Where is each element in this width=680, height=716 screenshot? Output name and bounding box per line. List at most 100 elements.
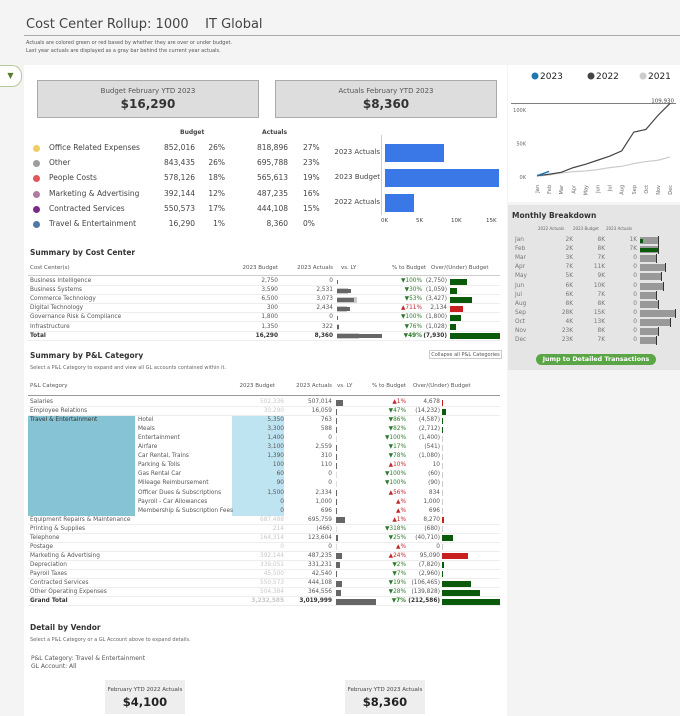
gl-account-row[interactable]: Meals 3,300 588 ▼82% (2,712) xyxy=(28,425,500,434)
budget-pct: 17% xyxy=(208,203,225,213)
pl-category-row[interactable]: Employee Relations 30,290 16,059 ▼47% (14,23… xyxy=(28,407,500,417)
pl-category-row[interactable]: Grand Total 3,232,585 3,019,999 ▼7% (212,586… xyxy=(28,597,500,607)
actual-pct: 0% xyxy=(303,219,315,228)
cost-center-name: Commerce Technology xyxy=(30,296,96,303)
filter-icon[interactable]: ▼ xyxy=(0,65,22,87)
budget-value: 843,435 xyxy=(163,158,195,168)
gl-account-row[interactable]: Gas Rental Car 60 0 ▼100% (60) xyxy=(28,470,500,479)
category-row[interactable]: People Costs 578,126 18% 565,613 19% xyxy=(30,173,330,185)
over-under-value: (7,930) xyxy=(423,332,447,339)
actual-2023: 0 xyxy=(633,309,637,316)
pl-category-row[interactable]: Marketing & Advertising 392,144 487,235 ▲24… xyxy=(28,552,500,561)
pl-category-row[interactable]: Printing & Supplies 214 (466) ▼318% (680) xyxy=(28,525,500,534)
pct-to-budget: ▼28% xyxy=(388,589,406,596)
month-row[interactable]: Jul 6K 7K 0 xyxy=(508,290,680,300)
cost-center-row[interactable]: Commerce Technology 6,500 3,073 ▼53% (3,427) xyxy=(28,295,500,305)
budget-value: 6,500 xyxy=(261,296,278,303)
pl-category-row[interactable]: Contracted Services 550,573 444,108 ▼19% (10… xyxy=(28,579,500,588)
collapse-all-button[interactable]: Collapse all P&L Categories xyxy=(429,350,502,359)
pl-category-row[interactable]: Depreciation 339,051 331,231 ▼2% (7,820) xyxy=(28,561,500,570)
gl-account-row[interactable]: Mileage Reimbursement 90 0 ▼100% (90) xyxy=(28,479,500,488)
actuals-header: Actuals xyxy=(262,129,288,136)
actual-2022: 4K xyxy=(565,318,574,325)
ytd-bar[interactable] xyxy=(385,169,500,187)
over-under-bar xyxy=(442,453,443,460)
ly-bar xyxy=(336,462,337,469)
gl-account-row[interactable]: Payroll - Car Allowances 0 1,000 ▲% 1,000 xyxy=(28,498,500,507)
category-name: Salaries xyxy=(30,399,53,405)
category-row[interactable]: Marketing & Advertising 392,144 12% 487,235… xyxy=(30,189,330,201)
month-row[interactable]: Oct 4K 13K 0 xyxy=(508,317,680,327)
month-row[interactable]: Jan 2K 8K 1K xyxy=(508,236,680,245)
gl-account-name: Membership & Subscription Fees xyxy=(138,507,234,514)
x-tick-label: Mar xyxy=(559,184,565,194)
budget-value: 16,290 xyxy=(255,332,278,339)
cost-center-row[interactable]: Infrastructure 1,350 322 ▼76% (1,028) xyxy=(28,323,500,332)
budget-marker xyxy=(658,236,660,245)
pl-category-row[interactable]: Equipment Repairs & Maintenance 687,488 69… xyxy=(28,516,500,525)
gl-account-row[interactable]: Membership & Subscription Fees 0 696 ▲% 696 xyxy=(28,507,500,516)
header-rule xyxy=(28,275,500,276)
actual-value: 8,360 xyxy=(266,219,288,228)
pl-category-row[interactable]: Postage 0 0 ▲% 0 xyxy=(28,543,500,552)
actual-value: 0 xyxy=(328,543,332,550)
pl-category-row[interactable]: Telephone 164,314 123,604 ▼25% (40,710) xyxy=(28,534,500,543)
vendor-subtitle: Select a P&L Category or a GL Account ab… xyxy=(30,637,191,643)
budget-value: 0 xyxy=(280,543,284,550)
actual-value: 818,896 xyxy=(256,143,288,152)
cost-center-row[interactable]: Business Systems 3,590 2,531 ▼30% (1,059) xyxy=(28,286,500,296)
x-tick-label: Aug xyxy=(620,185,626,195)
cost-center-row[interactable]: Total 16,290 8,360 ▼49% (7,930) xyxy=(28,332,500,341)
budget-value: 0 xyxy=(280,507,284,514)
budget-bar xyxy=(640,328,659,335)
gl-account-row[interactable]: Hotel 5,350 763 ▼86% (4,587) xyxy=(28,416,500,425)
gl-account-row[interactable]: Entertainment 1,400 0 ▼100% (1,400) xyxy=(28,434,500,443)
cost-center-row[interactable]: Business Intelligence 2,750 0 ▼100% (2,750) xyxy=(28,277,500,286)
gl-account-row[interactable]: Airfare 3,100 2,559 ▼17% (541) xyxy=(28,443,500,452)
over-under-value: (14,232) xyxy=(415,408,440,415)
over-under-bar xyxy=(442,517,445,524)
series-line-2022[interactable] xyxy=(536,102,671,177)
actual-bar xyxy=(337,334,382,339)
month-row[interactable]: May 5K 9K 0 xyxy=(508,272,680,282)
ly-bar xyxy=(336,444,337,451)
ly-bar xyxy=(336,589,341,596)
vendor-2022-kpi: February YTD 2022 Actuals $4,100 xyxy=(105,680,185,714)
over-under-bar xyxy=(442,535,454,542)
month-row[interactable]: Nov 23K 8K 0 xyxy=(508,327,680,336)
cost-center-row[interactable]: Governance Risk & Compliance 1,800 0 ▼100%(… xyxy=(28,313,500,323)
month-row[interactable]: Dec 23K 7K 0 xyxy=(508,336,680,346)
month-row[interactable]: Apr 7K 11K 0 xyxy=(508,263,680,273)
gl-account-row[interactable]: Parking & Tolls 100 110 ▲10% 10 xyxy=(28,461,500,470)
category-name: Contracted Services xyxy=(30,580,89,586)
y-tick-label: 100K xyxy=(513,108,527,114)
category-row[interactable]: Contracted Services 550,573 17% 444,108 15% xyxy=(30,204,330,216)
cost-center-row[interactable]: Digital Technology 300 2,434 ▲711% 2,134 xyxy=(28,304,500,314)
gl-account-row[interactable]: Car Rental, Trains 1,390 310 ▼78% (1,080) xyxy=(28,452,500,461)
category-label: Other xyxy=(49,158,71,168)
ytd-bar[interactable] xyxy=(385,194,414,212)
gl-account-name: Gas Rental Car xyxy=(138,471,182,478)
category-row[interactable]: Office Related Expenses 852,016 26% 818,896… xyxy=(30,143,330,155)
category-row[interactable]: Other 843,435 26% 695,788 23% xyxy=(30,158,330,170)
budget-value: 3,590 xyxy=(261,287,278,294)
budget-value: 578,126 xyxy=(163,173,195,183)
budget-marker xyxy=(656,336,658,346)
over-under-value: (1,080) xyxy=(418,453,440,460)
month-row[interactable]: Sep 28K 15K 0 xyxy=(508,308,680,318)
pl-category-row[interactable]: Salaries 502,336 507,014 ▲1% 4,678 xyxy=(28,398,500,407)
category-row[interactable]: Travel & Entertainment 16,290 1% 8,360 0% xyxy=(30,219,330,231)
month-row[interactable]: Mar 3K 7K 0 xyxy=(508,254,680,264)
ytd-bar[interactable] xyxy=(385,144,444,162)
gl-account-row[interactable]: Officer Dues & Subscriptions 1,500 2,334 ▲5… xyxy=(28,489,500,498)
pct-to-budget: ▼86% xyxy=(388,417,406,424)
pl-category-row[interactable]: Payroll Taxes 45,500 42,540 ▼7% (2,960) xyxy=(28,570,500,579)
actual-bar xyxy=(640,238,643,243)
jump-to-transactions-button[interactable]: Jump to Detailed Transactions xyxy=(536,354,656,365)
month-row[interactable]: Feb 2K 8K 7K xyxy=(508,245,680,255)
pl-category-row[interactable]: Other Operating Expenses 504,384 364,556 ▼2… xyxy=(28,588,500,598)
budget-value: 550,573 xyxy=(163,203,195,213)
month-row[interactable]: Aug 8K 8K 0 xyxy=(508,299,680,309)
column-header: Cost Center(s) xyxy=(30,265,70,271)
month-row[interactable]: Jun 6K 10K 0 xyxy=(508,281,680,291)
